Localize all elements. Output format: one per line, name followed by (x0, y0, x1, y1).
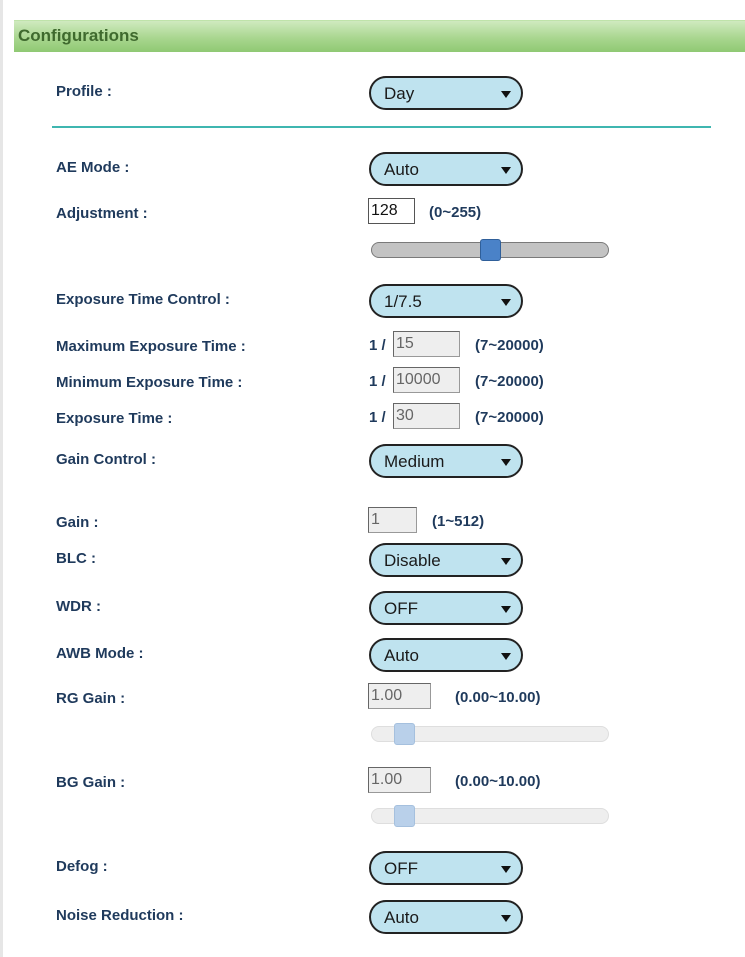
noise-reduction-label: Noise Reduction : (56, 907, 184, 924)
adjustment-range: (0~255) (429, 204, 482, 221)
noise-reduction-select[interactable]: Auto (369, 900, 523, 934)
bg-gain-row: BG Gain : 1.00 (0.00~10.00) (0, 766, 745, 806)
gain-control-row: Gain Control : Medium (0, 443, 745, 483)
bg-gain-label: BG Gain : (56, 774, 126, 791)
bg-gain-slider[interactable] (371, 805, 609, 827)
max-exposure-time-row: Maximum Exposure Time : 1 / 15 (7~20000) (0, 330, 745, 370)
gain-row: Gain : 1 (1~512) (0, 506, 745, 546)
wdr-value: OFF (384, 599, 418, 618)
bg-gain-range: (0.00~10.00) (455, 773, 541, 790)
ae-mode-row: AE Mode : Auto (0, 151, 745, 191)
min-exposure-time-row: Minimum Exposure Time : 1 / 10000 (7~200… (0, 366, 745, 406)
max-exposure-time-label: Maximum Exposure Time : (56, 338, 246, 355)
max-exposure-time-prefix: 1 / (369, 337, 386, 354)
profile-value: Day (384, 84, 415, 103)
chevron-down-icon (501, 558, 511, 565)
gain-range: (1~512) (432, 513, 485, 530)
adjustment-input[interactable]: 128 (368, 198, 415, 224)
defog-select[interactable]: OFF (369, 851, 523, 885)
noise-reduction-row: Noise Reduction : Auto (0, 899, 745, 939)
profile-label: Profile : (56, 83, 112, 100)
min-exposure-time-label: Minimum Exposure Time : (56, 374, 243, 391)
blc-row: BLC : Disable (0, 542, 745, 582)
defog-row: Defog : OFF (0, 850, 745, 890)
bg-gain-input[interactable]: 1.00 (368, 767, 431, 793)
chevron-down-icon (501, 606, 511, 613)
min-exposure-time-range: (7~20000) (475, 373, 544, 390)
rg-gain-input[interactable]: 1.00 (368, 683, 431, 709)
ae-mode-value: Auto (384, 160, 419, 179)
adjustment-slider-thumb[interactable] (480, 239, 501, 261)
rg-gain-range: (0.00~10.00) (455, 689, 541, 706)
adjustment-label: Adjustment : (56, 205, 148, 222)
exposure-time-prefix: 1 / (369, 409, 386, 426)
exposure-time-control-select[interactable]: 1/7.5 (369, 284, 523, 318)
rg-gain-slider-thumb[interactable] (394, 723, 415, 745)
ae-mode-label: AE Mode : (56, 159, 130, 176)
gain-input[interactable]: 1 (368, 507, 417, 533)
defog-value: OFF (384, 859, 418, 878)
min-exposure-time-input[interactable]: 10000 (393, 367, 460, 393)
awb-mode-row: AWB Mode : Auto (0, 637, 745, 677)
profile-select[interactable]: Day (369, 76, 523, 110)
wdr-row: WDR : OFF (0, 590, 745, 630)
exposure-time-label: Exposure Time : (56, 410, 173, 427)
gain-label: Gain : (56, 514, 99, 531)
chevron-down-icon (501, 866, 511, 873)
ae-mode-select[interactable]: Auto (369, 152, 523, 186)
bg-gain-slider-thumb[interactable] (394, 805, 415, 827)
awb-mode-label: AWB Mode : (56, 645, 144, 662)
gain-control-label: Gain Control : (56, 451, 156, 468)
exposure-time-control-label: Exposure Time Control : (56, 291, 230, 308)
exposure-time-control-row: Exposure Time Control : 1/7.5 (0, 283, 745, 323)
noise-reduction-value: Auto (384, 908, 419, 927)
gain-control-select[interactable]: Medium (369, 444, 523, 478)
min-exposure-time-prefix: 1 / (369, 373, 386, 390)
wdr-label: WDR : (56, 598, 101, 615)
profile-row: Profile : Day (0, 75, 745, 115)
adjustment-row: Adjustment : 128 (0~255) (0, 197, 745, 237)
blc-select[interactable]: Disable (369, 543, 523, 577)
wdr-select[interactable]: OFF (369, 591, 523, 625)
max-exposure-time-input[interactable]: 15 (393, 331, 460, 357)
max-exposure-time-range: (7~20000) (475, 337, 544, 354)
defog-label: Defog : (56, 858, 108, 875)
chevron-down-icon (501, 91, 511, 98)
rg-gain-label: RG Gain : (56, 690, 126, 707)
blc-value: Disable (384, 551, 441, 570)
section-header: Configurations (14, 20, 745, 52)
section-title: Configurations (18, 26, 139, 45)
gain-control-value: Medium (384, 452, 445, 471)
section-divider (52, 126, 711, 128)
exposure-time-input[interactable]: 30 (393, 403, 460, 429)
rg-gain-row: RG Gain : 1.00 (0.00~10.00) (0, 682, 745, 722)
exposure-time-control-value: 1/7.5 (384, 292, 422, 311)
exposure-time-row: Exposure Time : 1 / 30 (7~20000) (0, 402, 745, 442)
chevron-down-icon (501, 915, 511, 922)
exposure-time-range: (7~20000) (475, 409, 544, 426)
adjustment-slider[interactable] (371, 239, 609, 261)
chevron-down-icon (501, 299, 511, 306)
chevron-down-icon (501, 653, 511, 660)
rg-gain-slider[interactable] (371, 723, 609, 745)
awb-mode-select[interactable]: Auto (369, 638, 523, 672)
awb-mode-value: Auto (384, 646, 419, 665)
blc-label: BLC : (56, 550, 96, 567)
chevron-down-icon (501, 167, 511, 174)
chevron-down-icon (501, 459, 511, 466)
